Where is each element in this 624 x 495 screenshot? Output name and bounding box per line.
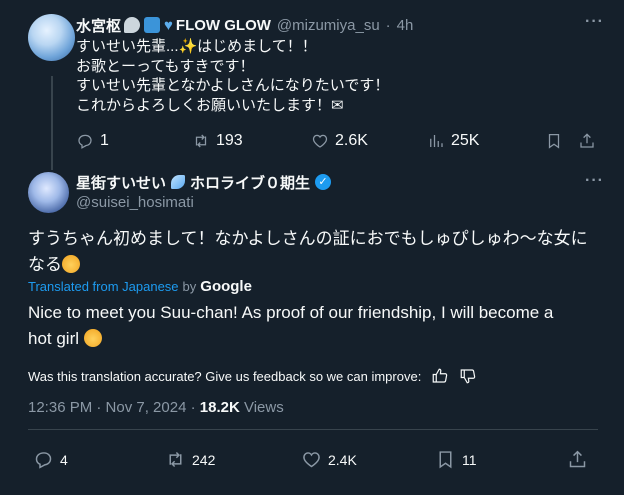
user-handle[interactable]: @suisei_hosimati bbox=[76, 194, 331, 211]
share-button[interactable] bbox=[567, 449, 588, 470]
repeat-emoji-icon bbox=[144, 17, 161, 33]
translated-text: Nice to meet you Suu-chan! As proof of o… bbox=[28, 300, 598, 352]
share-icon bbox=[569, 450, 586, 468]
comet-icon bbox=[171, 175, 186, 189]
repost-button[interactable]: 242 bbox=[165, 449, 215, 470]
reply-icon bbox=[78, 134, 92, 149]
avatar[interactable] bbox=[28, 172, 69, 213]
tweet-line: すいせい先輩となかよしさんになりたいです！ bbox=[76, 77, 390, 94]
bookmark-count: 11 bbox=[462, 451, 477, 468]
more-options-icon[interactable]: ··· bbox=[585, 13, 604, 31]
views-count: 25K bbox=[451, 132, 480, 149]
display-name[interactable]: 星街すいせい bbox=[76, 172, 166, 193]
reply-button[interactable]: 4 bbox=[33, 449, 68, 470]
views-count: 18.2K bbox=[199, 399, 240, 416]
tweet-text: すうちゃん初めまして！なかよしさんの証におでもしゅぴしゅわ〜な女に なる bbox=[28, 226, 598, 278]
tweet-metadata: 12:36 PM · Nov 7, 2024 · 18.2K Views bbox=[28, 399, 284, 416]
reply-button[interactable]: 1 bbox=[76, 132, 109, 150]
woman-emoji-icon bbox=[83, 329, 102, 347]
bookmark-icon bbox=[548, 133, 560, 149]
translation-source: Translated from Japanese by Google bbox=[28, 278, 252, 295]
thumbs-down-icon[interactable] bbox=[459, 367, 477, 385]
like-button[interactable]: 2.4K bbox=[301, 449, 357, 470]
translated-by-label: by bbox=[182, 279, 197, 294]
thumbs-up-icon[interactable] bbox=[431, 367, 449, 385]
translated-line: Nice to meet you Suu-chan! As proof of o… bbox=[28, 303, 554, 322]
translated-from-link[interactable]: Translated from Japanese bbox=[28, 279, 179, 294]
like-button[interactable]: 2.6K bbox=[311, 132, 368, 150]
repost-count: 242 bbox=[192, 451, 216, 468]
bookmark-button[interactable] bbox=[545, 132, 563, 150]
repost-icon bbox=[169, 451, 182, 468]
views-button[interactable]: 25K bbox=[427, 132, 479, 150]
tweet-line: お歌とーってもすきです！ bbox=[76, 57, 255, 75]
reply-icon bbox=[35, 452, 52, 469]
display-name[interactable]: 水宮枢 bbox=[76, 15, 121, 36]
share-icon bbox=[580, 133, 594, 148]
google-logo: Google bbox=[200, 278, 252, 295]
woman-emoji-icon bbox=[62, 255, 80, 273]
translation-feedback: Was this translation accurate? Give us f… bbox=[28, 367, 477, 385]
share-button[interactable] bbox=[578, 132, 596, 150]
repost-button[interactable]: 193 bbox=[192, 132, 243, 150]
display-name-suffix[interactable]: FLOW GLOW bbox=[176, 17, 271, 34]
tweet-header: 星街すいせい ホロライブ０期生 ✓ @suisei_hosimati bbox=[76, 172, 332, 211]
repost-icon bbox=[195, 134, 207, 148]
repost-count: 193 bbox=[216, 132, 243, 149]
separator: · bbox=[385, 16, 391, 34]
reply-tweet[interactable]: 水宮枢 ♥ FLOW GLOW @mizumiya_su · 4h ··· すい… bbox=[0, 0, 624, 170]
timestamp[interactable]: 12:36 PM · Nov 7, 2024 · bbox=[28, 399, 196, 416]
divider bbox=[28, 429, 598, 430]
more-options-icon[interactable]: ··· bbox=[585, 172, 604, 190]
avatar[interactable] bbox=[28, 14, 75, 61]
feedback-prompt: Was this translation accurate? Give us f… bbox=[28, 368, 422, 384]
blue-heart-icon: ♥ bbox=[164, 16, 173, 34]
heart-icon bbox=[312, 134, 328, 148]
heart-icon bbox=[303, 452, 320, 468]
tweet-line: なる bbox=[28, 255, 62, 274]
reply-count: 1 bbox=[100, 132, 109, 149]
display-name-suffix[interactable]: ホロライブ０期生 bbox=[190, 172, 310, 193]
translated-line: hot girl bbox=[28, 329, 80, 348]
verified-badge-icon[interactable]: ✓ bbox=[315, 174, 332, 190]
views-label: Views bbox=[243, 399, 284, 416]
tweet-line: すうちゃん初めまして！なかよしさんの証におでもしゅぴしゅわ〜な女に bbox=[28, 229, 588, 248]
tweet-header: 水宮枢 ♥ FLOW GLOW @mizumiya_su · 4h bbox=[76, 15, 413, 35]
post-time[interactable]: 4h bbox=[397, 17, 414, 34]
reply-count: 4 bbox=[60, 451, 68, 468]
tweet-line: これからよろしくお願いいたします！✉ bbox=[76, 96, 344, 114]
speech-bubble-icon bbox=[124, 17, 141, 33]
user-handle[interactable]: @mizumiya_su bbox=[277, 17, 380, 34]
bookmark-button[interactable]: 11 bbox=[435, 449, 477, 470]
bookmark-icon bbox=[439, 451, 452, 469]
like-count: 2.4K bbox=[328, 451, 357, 468]
analytics-icon bbox=[430, 135, 443, 147]
tweet-line: すいせい先輩...✨はじめまして！！ bbox=[76, 38, 317, 55]
tweet-text: すいせい先輩...✨はじめまして！！ お歌とーってもすきです！ すいせい先輩とな… bbox=[76, 37, 606, 115]
like-count: 2.6K bbox=[335, 132, 368, 149]
